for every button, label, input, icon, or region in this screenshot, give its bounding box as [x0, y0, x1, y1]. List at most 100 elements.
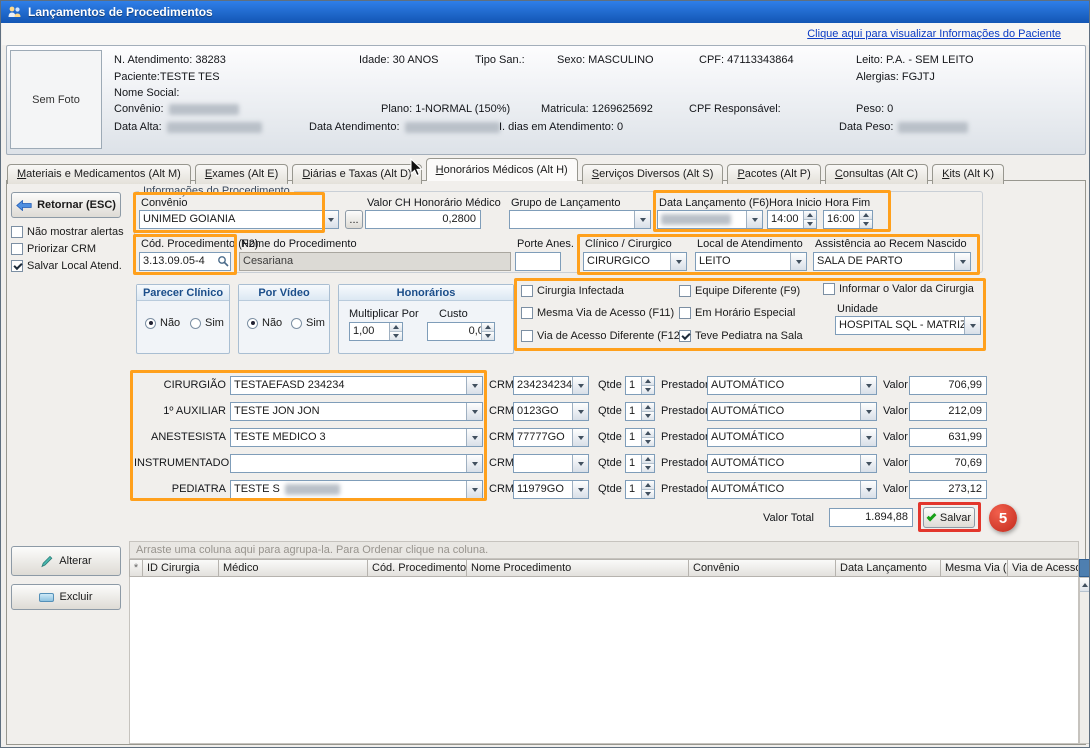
unidade-select[interactable]: HOSPITAL SQL - MATRIZ	[835, 316, 981, 335]
dropdown-arrow-icon[interactable]	[746, 211, 762, 228]
dropdown-arrow-icon[interactable]	[322, 211, 338, 228]
dropdown-arrow-icon[interactable]	[670, 253, 686, 270]
dropdown-arrow-icon[interactable]	[466, 455, 482, 472]
spinner-buttons[interactable]	[641, 377, 654, 394]
video-sim-radio[interactable]: Sim	[291, 317, 325, 329]
spinner-buttons[interactable]	[641, 429, 654, 446]
dropdown-arrow-icon[interactable]	[572, 481, 588, 498]
valor-input[interactable]: 631,99	[909, 428, 987, 447]
dropdown-arrow-icon[interactable]	[860, 403, 876, 420]
tab-consultas[interactable]: Consultas (Alt C)	[825, 164, 928, 184]
crm-select[interactable]	[513, 454, 589, 473]
checkbox-mesma-via[interactable]: Mesma Via de Acesso (F11)	[521, 307, 674, 319]
column-header-data-lancamento[interactable]: Data Lançamento	[836, 559, 941, 577]
qtde-input[interactable]: 1	[625, 480, 655, 499]
dropdown-arrow-icon[interactable]	[572, 429, 588, 446]
assistencia-select[interactable]: SALA DE PARTO	[813, 252, 971, 271]
parecer-nao-radio[interactable]: Não	[145, 317, 180, 329]
prestador-select[interactable]: AUTOMÁTICO	[707, 454, 877, 473]
valor-input[interactable]: 70,69	[909, 454, 987, 473]
search-icon[interactable]	[217, 255, 229, 271]
grid-scrollbar[interactable]	[1079, 577, 1090, 744]
crm-select[interactable]: 11979GO	[513, 480, 589, 499]
tab-servicos-diversos[interactable]: Serviços Diversos (Alt S)	[582, 164, 724, 184]
group-by-bar[interactable]: Arraste uma coluna aqui para agrupa-la. …	[129, 541, 1079, 559]
dropdown-arrow-icon[interactable]	[860, 481, 876, 498]
parecer-sim-radio[interactable]: Sim	[190, 317, 224, 329]
spinner-buttons[interactable]	[641, 455, 654, 472]
dropdown-arrow-icon[interactable]	[790, 253, 806, 270]
dropdown-arrow-icon[interactable]	[572, 403, 588, 420]
spinner-buttons[interactable]	[389, 323, 402, 340]
spinner-buttons[interactable]	[481, 323, 494, 340]
convenio-select[interactable]: UNIMED GOIANIA	[139, 210, 339, 229]
salvar-button[interactable]: Salvar	[923, 507, 975, 528]
qtde-input[interactable]: 1	[625, 428, 655, 447]
dropdown-arrow-icon[interactable]	[466, 481, 482, 498]
crm-select[interactable]: 234234234(	[513, 376, 589, 395]
dropdown-arrow-icon[interactable]	[466, 429, 482, 446]
column-header-id-cirurgia[interactable]: ID Cirurgia	[143, 559, 219, 577]
medico-select-instrumentador[interactable]	[230, 454, 483, 473]
dropdown-arrow-icon[interactable]	[860, 377, 876, 394]
dropdown-arrow-icon[interactable]	[572, 377, 588, 394]
medico-select-cirurgiao[interactable]: TESTAEFASD 234234	[230, 376, 483, 395]
crm-select[interactable]: 0123GO	[513, 402, 589, 421]
prestador-select[interactable]: AUTOMÁTICO	[707, 402, 877, 421]
hora-inicio-input[interactable]: 14:00	[767, 210, 817, 229]
tab-honorarios-medicos[interactable]: Honorários Médicos (Alt H)	[426, 158, 578, 181]
data-lancamento-select[interactable]	[657, 210, 763, 229]
grupo-lancamento-select[interactable]	[509, 210, 651, 229]
column-header-convenio[interactable]: Convênio	[689, 559, 836, 577]
retornar-button[interactable]: Retornar (ESC)	[11, 192, 121, 218]
checkbox-cirurgia-infectada[interactable]: Cirurgia Infectada	[521, 285, 624, 297]
hora-fim-input[interactable]: 16:00	[823, 210, 873, 229]
checkbox-equipe-diferente[interactable]: Equipe Diferente (F9)	[679, 285, 800, 297]
local-atendimento-select[interactable]: LEITO	[695, 252, 807, 271]
checkbox-informar-valor[interactable]: Informar o Valor da Cirurgia	[823, 283, 974, 295]
patient-info-link[interactable]: Clique aqui para visualizar Informações …	[807, 28, 1061, 40]
checkbox-teve-pediatra[interactable]: Teve Pediatra na Sala	[679, 330, 803, 342]
spinner-buttons[interactable]	[641, 481, 654, 498]
cod-procedimento-input[interactable]: 3.13.09.05-4	[139, 252, 231, 271]
tab-pacotes[interactable]: Pacotes (Alt P)	[727, 164, 820, 184]
tab-exames[interactable]: Exames (Alt E)	[195, 164, 288, 184]
column-header-mesma-via[interactable]: Mesma Via (	[941, 559, 1008, 577]
valor-ch-input[interactable]: 0,2800	[365, 210, 481, 229]
checkbox-via-diferente[interactable]: Via de Acesso Diferente (F12)	[521, 330, 684, 342]
prestador-select[interactable]: AUTOMÁTICO	[707, 376, 877, 395]
alterar-button[interactable]: Alterar	[11, 546, 121, 576]
valor-input[interactable]: 706,99	[909, 376, 987, 395]
column-header-medico[interactable]: Médico	[219, 559, 368, 577]
qtde-input[interactable]: 1	[625, 402, 655, 421]
spinner-buttons[interactable]	[859, 211, 872, 228]
column-header-nome-procedimento[interactable]: Nome Procedimento	[467, 559, 689, 577]
dropdown-arrow-icon[interactable]	[954, 253, 970, 270]
prestador-select[interactable]: AUTOMÁTICO	[707, 480, 877, 499]
checkbox-salvar-local-atend[interactable]: Salvar Local Atend.	[11, 260, 122, 272]
prestador-select[interactable]: AUTOMÁTICO	[707, 428, 877, 447]
excluir-button[interactable]: Excluir	[11, 584, 121, 610]
valor-input[interactable]: 212,09	[909, 402, 987, 421]
checkbox-horario-especial[interactable]: Em Horário Especial	[679, 307, 795, 319]
medico-select-pediatra[interactable]: TESTE S	[230, 480, 483, 499]
tab-diarias-taxas[interactable]: Diárias e Taxas (Alt D)	[292, 164, 421, 184]
column-header-via-de-acesso[interactable]: Via de Acesso	[1008, 559, 1079, 577]
checkbox-nao-mostrar-alertas[interactable]: Não mostrar alertas	[11, 226, 124, 238]
medico-select-auxiliar[interactable]: TESTE JON JON	[230, 402, 483, 421]
medico-select-anestesista[interactable]: TESTE MEDICO 3	[230, 428, 483, 447]
dropdown-arrow-icon[interactable]	[860, 455, 876, 472]
porte-anes-input[interactable]	[515, 252, 561, 271]
dropdown-arrow-icon[interactable]	[572, 455, 588, 472]
dropdown-arrow-icon[interactable]	[466, 377, 482, 394]
convenio-more-button[interactable]: ...	[345, 210, 363, 229]
valor-input[interactable]: 273,12	[909, 480, 987, 499]
column-header-cod-procedimento[interactable]: Cód. Procedimento	[368, 559, 467, 577]
clinico-cirurgico-select[interactable]: CIRURGICO	[583, 252, 687, 271]
dropdown-arrow-icon[interactable]	[466, 403, 482, 420]
spinner-buttons[interactable]	[641, 403, 654, 420]
multiplicar-input[interactable]: 1,00	[349, 322, 403, 341]
tab-materiais-medicamentos[interactable]: Materiais e Medicamentos (Alt M)	[7, 164, 191, 184]
checkbox-priorizar-crm[interactable]: Priorizar CRM	[11, 243, 96, 255]
spinner-buttons[interactable]	[803, 211, 816, 228]
